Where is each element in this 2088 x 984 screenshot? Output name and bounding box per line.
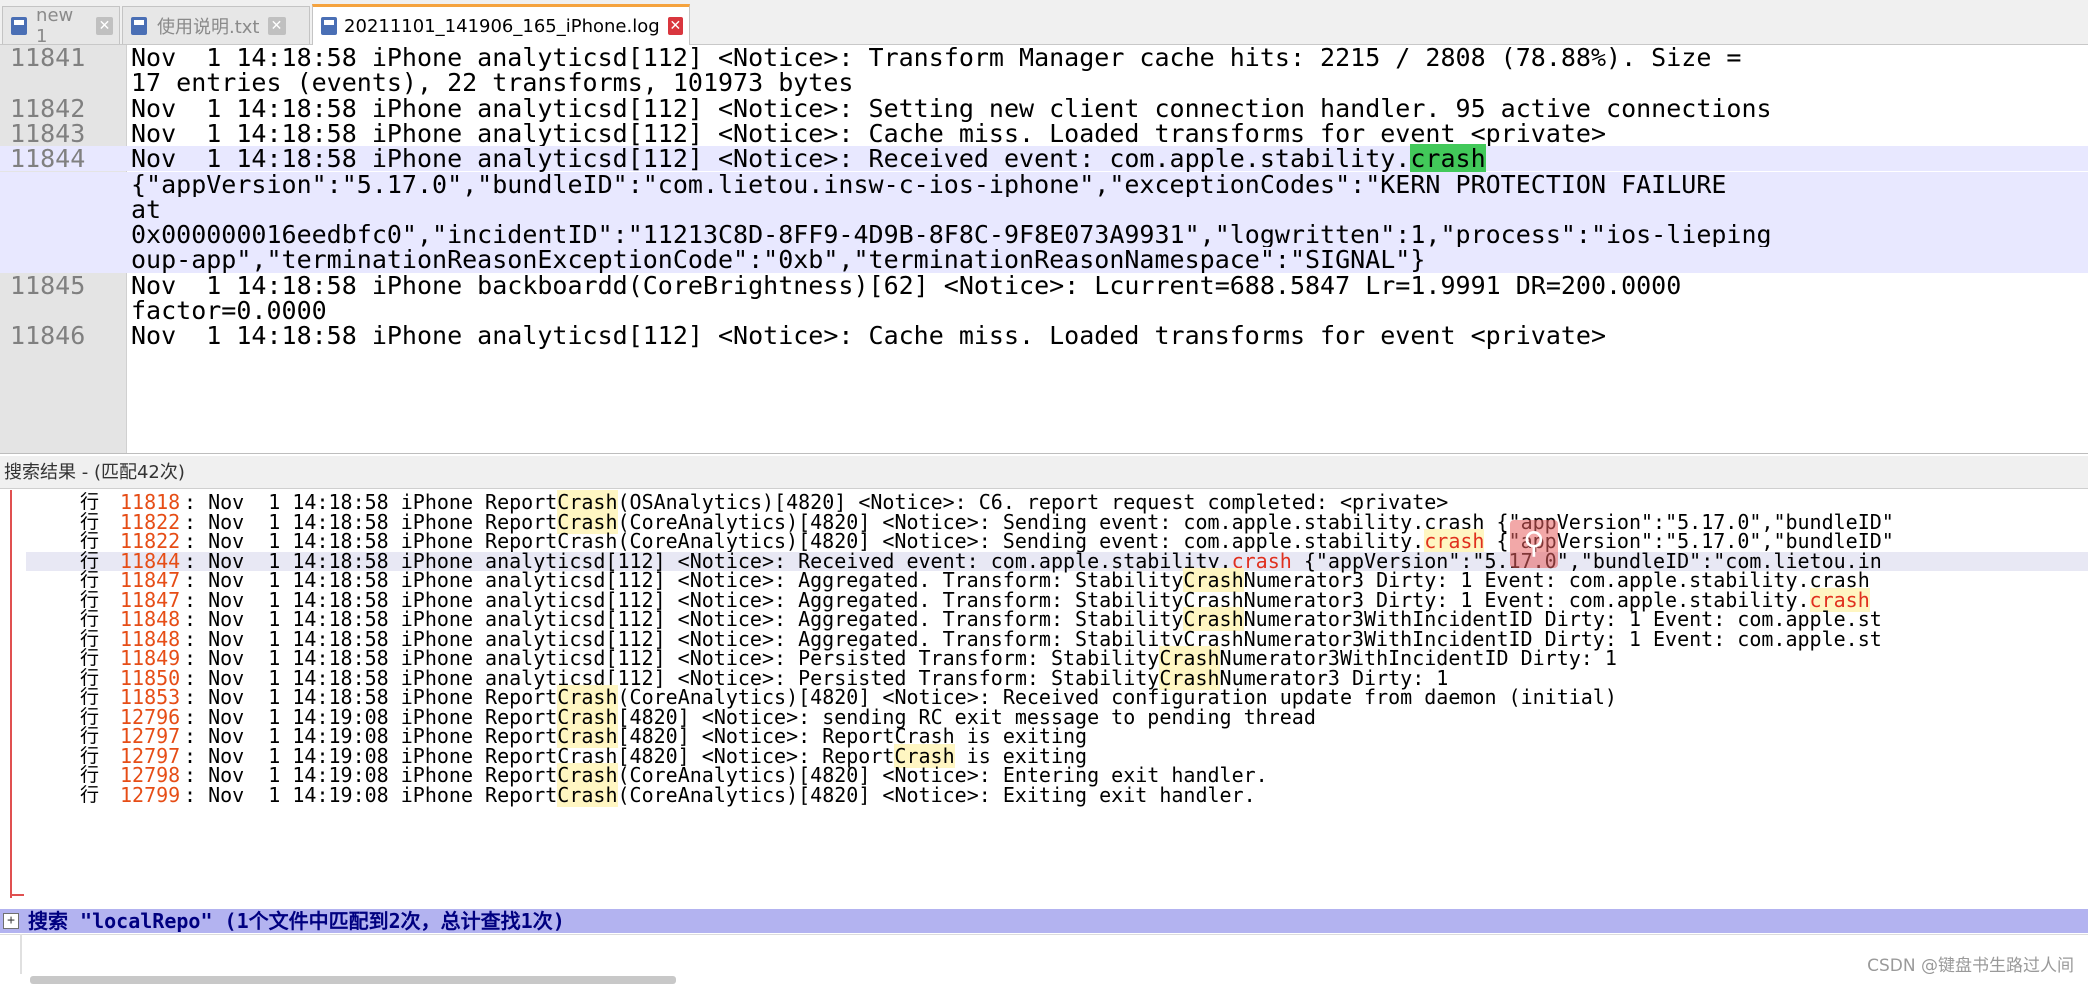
- editor-line[interactable]: 17 entries (events), 22 transforms, 1019…: [0, 70, 2088, 95]
- editor-pane[interactable]: 11841 Nov 1 14:18:58 iPhone analyticsd[11…: [0, 45, 2088, 454]
- line-text: Nov 1 14:18:58 iPhone analyticsd[112] <N…: [131, 323, 1606, 348]
- line-prefix-label: 行: [80, 783, 100, 806]
- tab-new-1[interactable]: new 1 ✕: [2, 4, 120, 47]
- editor-line[interactable]: factor=0.0000: [0, 298, 2088, 323]
- editor-line[interactable]: 11845 Nov 1 14:18:58 iPhone backboardd(Co…: [0, 270, 2088, 300]
- tab-label: 20211101_141906_165_iPhone.log: [344, 15, 660, 37]
- search-result-row[interactable]: 行 12799: Nov 1 14:19:08 iPhone ReportCras…: [26, 782, 2088, 807]
- line-number: 11846: [10, 321, 86, 351]
- tab-usage-notes[interactable]: 使用说明.txt ✕: [122, 6, 310, 44]
- line-prefix-label: 行: [80, 530, 100, 552]
- line-prefix-label: 行: [80, 647, 100, 669]
- line-prefix-label: 行: [80, 686, 100, 708]
- line-prefix-label: 行: [80, 569, 100, 591]
- save-disk-icon: [319, 16, 337, 36]
- scrollbar-edge: [20, 934, 22, 974]
- line-prefix-label: 行: [80, 764, 100, 786]
- line-text: Nov 1 14:18:58 iPhone analyticsd[112] <N…: [131, 121, 1606, 146]
- search-results-panel[interactable]: 行 11818: Nov 1 14:18:58 iPhone ReportCras…: [0, 490, 2088, 908]
- line-text-content: {"appVersion":"5.17.0","bundleID":"com.l…: [131, 169, 1727, 199]
- search-summary-text: 搜索 "localRepo" (1个文件中匹配到2次，总计查找1次): [28, 909, 565, 933]
- line-prefix-label: 行: [80, 608, 100, 630]
- line-text: Nov 1 14:18:58 iPhone analyticsd[112] <N…: [131, 45, 1742, 70]
- line-text: {"appVersion":"5.17.0","bundleID":"com.l…: [131, 169, 1727, 199]
- line-prefix-label: 行: [80, 725, 100, 747]
- search-summary-row[interactable]: + 搜索 "localRepo" (1个文件中匹配到2次，总计查找1次): [0, 909, 2088, 933]
- fold-marker-end: [10, 894, 24, 896]
- result-text: : Nov 1 14:19:08 iPhone ReportCrash(Core…: [184, 782, 1256, 807]
- line-text-content: Nov 1 14:18:58 iPhone analyticsd[112] <N…: [131, 321, 1607, 351]
- line-text-content: Nov 1 14:18:58 iPhone backboardd(CoreBri…: [131, 270, 1682, 300]
- line-text: Nov 1 14:18:58 iPhone analyticsd[112] <N…: [131, 95, 1772, 121]
- editor-line[interactable]: at: [0, 197, 2088, 223]
- horizontal-scrollbar-thumb[interactable]: [30, 976, 676, 984]
- line-number: 11841: [10, 45, 86, 72]
- search-results-header: 搜索结果 - (匹配42次): [0, 456, 2088, 489]
- tab-iphone-log[interactable]: 20211101_141906_165_iPhone.log ✕: [312, 4, 690, 45]
- line-prefix-label: 行: [80, 491, 100, 513]
- result-line-number: 12799: [120, 782, 181, 807]
- close-icon[interactable]: ✕: [95, 16, 113, 35]
- editor-line[interactable]: 11843 Nov 1 14:18:58 iPhone analyticsd[11…: [0, 118, 2088, 148]
- line-text: 0x000000016eedbfc0","incidentID":"11213C…: [131, 222, 1772, 247]
- line-number: 11844: [10, 144, 86, 174]
- divider: [0, 934, 2088, 935]
- editor-line[interactable]: 11841 Nov 1 14:18:58 iPhone analyticsd[11…: [0, 45, 2088, 70]
- save-disk-icon: [129, 16, 149, 36]
- line-number: 11842: [10, 93, 86, 123]
- editor-line[interactable]: 11846 Nov 1 14:18:58 iPhone analyticsd[11…: [0, 321, 2088, 351]
- line-text: Nov 1 14:18:58 iPhone backboardd(CoreBri…: [131, 273, 1681, 298]
- line-number: 11843: [10, 118, 86, 148]
- editor-line[interactable]: 0x000000016eedbfc0","incidentID":"11213C…: [0, 222, 2088, 248]
- line-text: oup-app","terminationReasonExceptionCode…: [131, 247, 1425, 272]
- magnifier-icon: ⚲: [1510, 520, 1558, 568]
- expand-icon[interactable]: +: [3, 913, 19, 929]
- line-text: 17 entries (events), 22 transforms, 1019…: [131, 70, 853, 95]
- watermark: CSDN @键盘书生路过人间: [1867, 956, 2074, 976]
- result-text-segment: (CoreAnalytics)[4820] <Notice>: Exiting …: [617, 782, 1256, 807]
- editor-line[interactable]: 11844 Nov 1 14:18:58 iPhone analyticsd[11…: [0, 144, 2088, 174]
- result-text-segment: : Nov 1 14:19:08 iPhone Report: [184, 782, 558, 807]
- editor-line[interactable]: oup-app","terminationReasonExceptionCode…: [0, 247, 2088, 273]
- close-icon[interactable]: ✕: [267, 16, 286, 35]
- line-text: factor=0.0000: [131, 298, 327, 323]
- editor-line[interactable]: {"appVersion":"5.17.0","bundleID":"com.l…: [0, 169, 2088, 199]
- tab-label: new 1: [36, 4, 74, 47]
- tab-label: 使用说明.txt: [157, 16, 260, 38]
- line-number: 11845: [10, 270, 86, 300]
- search-hit: Crash: [557, 782, 618, 807]
- line-text: Nov 1 14:18:58 iPhone analyticsd[112] <N…: [131, 144, 1486, 174]
- fold-marker-line: [10, 490, 12, 898]
- editor-line[interactable]: 11842 Nov 1 14:18:58 iPhone analyticsd[11…: [0, 93, 2088, 123]
- close-icon[interactable]: ✕: [667, 17, 683, 35]
- save-disk-icon: [9, 16, 28, 36]
- tab-bar: new 1 ✕ 使用说明.txt ✕ 20211101_141906_165_i…: [0, 0, 2088, 47]
- line-text: at: [131, 197, 161, 222]
